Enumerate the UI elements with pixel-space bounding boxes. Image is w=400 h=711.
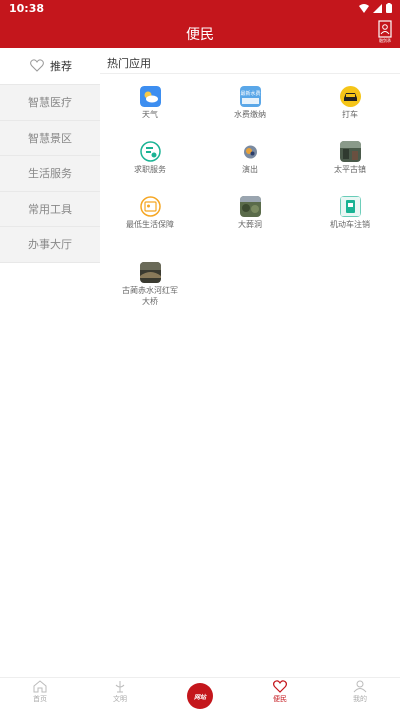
app-taiping-town[interactable]: 太平古镇 xyxy=(305,141,395,175)
home-icon xyxy=(33,680,47,693)
status-time: 10:38 xyxy=(9,2,45,15)
app-vehicle-cancel[interactable]: 机动车注销 xyxy=(305,196,395,230)
app-label: 古蔺赤水河红军大桥 xyxy=(122,286,178,306)
section-title: 热门应用 xyxy=(107,57,151,70)
app-label: 最低生活保障 xyxy=(126,220,174,229)
header-profile-button[interactable]: 融剑承 xyxy=(376,20,394,46)
sidebar-item-label: 生活服务 xyxy=(28,167,72,181)
tab-label: 便民 xyxy=(273,695,287,703)
app-label: 大葬洞 xyxy=(238,220,262,229)
battery-icon xyxy=(386,3,392,13)
tab-mine[interactable]: 我的 xyxy=(330,680,390,704)
bridge-icon xyxy=(139,262,161,283)
portrait-icon xyxy=(378,20,392,38)
app-job-service[interactable]: 求职服务 xyxy=(105,141,195,175)
section-divider xyxy=(100,73,400,74)
user-icon xyxy=(353,680,367,693)
sidebar-item-label: 常用工具 xyxy=(28,202,72,216)
app-water-fee[interactable]: 最新水费 水费缴纳 xyxy=(205,86,295,120)
center-logo-text: 网站 xyxy=(193,693,206,701)
status-icons xyxy=(359,3,392,13)
app-red-army-bridge[interactable]: 古蔺赤水河红军大桥 xyxy=(105,262,195,307)
weather-icon xyxy=(139,86,161,107)
tab-label: 文明 xyxy=(113,695,127,703)
sidebar-item-label: 推荐 xyxy=(50,60,72,73)
taxi-icon xyxy=(339,86,361,107)
app-label: 演出 xyxy=(242,165,258,174)
sidebar-item-label: 办事大厅 xyxy=(28,238,72,252)
center-logo-button[interactable]: 网站 xyxy=(187,683,213,709)
sidebar-item-tools[interactable]: 常用工具 xyxy=(0,192,100,227)
page-title: 便民 xyxy=(186,27,214,43)
tab-civilization[interactable]: 文明 xyxy=(90,680,150,704)
app-label: 天气 xyxy=(142,110,158,119)
app-label: 水费缴纳 xyxy=(234,110,266,119)
app-cave[interactable]: 大葬洞 xyxy=(205,196,295,230)
show-icon xyxy=(243,145,257,159)
water-fee-icon: 最新水费 xyxy=(239,86,261,107)
sidebar-item-label: 智慧景区 xyxy=(28,131,72,145)
sidebar-item-recommend[interactable]: 推荐 xyxy=(0,48,100,85)
job-icon xyxy=(139,141,161,162)
app-label: 机动车注销 xyxy=(330,220,370,229)
cave-icon xyxy=(239,196,261,217)
heart-icon xyxy=(273,680,287,693)
wifi-icon xyxy=(359,3,369,13)
civilization-icon xyxy=(115,681,125,693)
signal-icon xyxy=(373,3,382,13)
tab-label: 首页 xyxy=(33,695,47,703)
tab-home[interactable]: 首页 xyxy=(10,680,70,704)
app-weather[interactable]: 天气 xyxy=(105,86,195,120)
status-bar: 10:38 xyxy=(0,0,400,16)
tab-label: 我的 xyxy=(353,695,367,703)
app-label: 太平古镇 xyxy=(334,165,366,174)
allowance-icon xyxy=(139,196,161,217)
vehicle-cancel-icon xyxy=(339,196,361,217)
sidebar-item-label: 智慧医疗 xyxy=(28,96,72,110)
app-taxi[interactable]: 打车 xyxy=(305,86,395,120)
app-minimum-allowance[interactable]: 最低生活保障 xyxy=(105,196,195,230)
app-show[interactable]: 演出 xyxy=(205,141,295,175)
heart-icon xyxy=(30,59,44,72)
app-label: 打车 xyxy=(342,110,358,119)
taiping-town-icon xyxy=(339,141,361,162)
tab-convenience[interactable]: 便民 xyxy=(250,680,310,704)
svg-text:最新水费: 最新水费 xyxy=(240,90,260,97)
sidebar-item-smart-medical[interactable]: 智慧医疗 xyxy=(0,85,100,121)
sidebar-item-smart-scenic[interactable]: 智慧景区 xyxy=(0,121,100,156)
sidebar-item-service-hall[interactable]: 办事大厅 xyxy=(0,227,100,263)
category-sidebar: 推荐 智慧医疗 智慧景区 生活服务 常用工具 办事大厅 xyxy=(0,48,100,263)
header-action-label: 融剑承 xyxy=(379,38,391,43)
sidebar-item-life-service[interactable]: 生活服务 xyxy=(0,156,100,192)
app-label: 求职服务 xyxy=(134,165,166,174)
app-header: 便民 融剑承 xyxy=(0,16,400,48)
